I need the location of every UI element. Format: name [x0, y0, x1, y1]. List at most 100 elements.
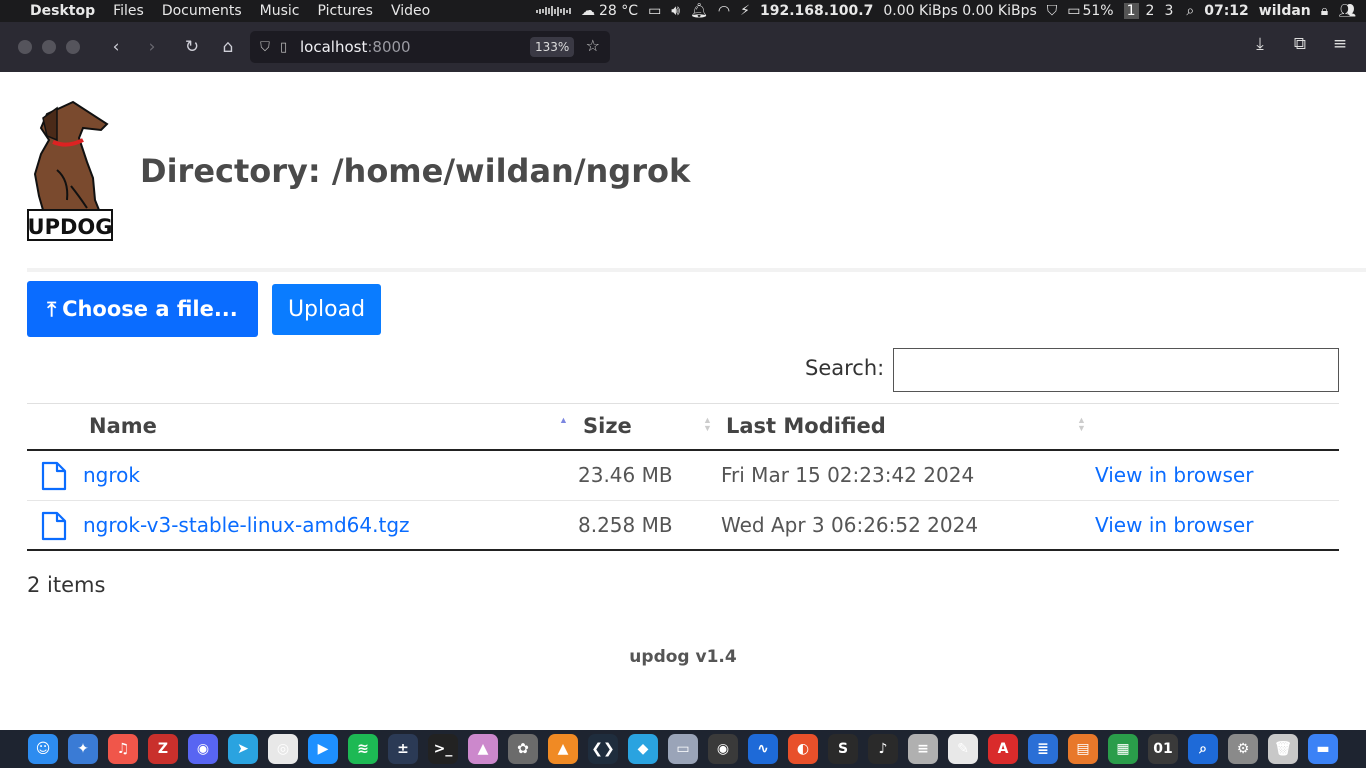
text-editor-icon[interactable]: ✎ [948, 734, 978, 764]
wave-icon[interactable]: ∿ [748, 734, 778, 764]
tracking-shield-icon[interactable]: ⛉ [250, 40, 280, 55]
app-grid-icon[interactable]: ▬ [1308, 734, 1338, 764]
search-input[interactable] [893, 348, 1339, 392]
presentation-icon[interactable]: ▤ [1068, 734, 1098, 764]
sort-icon-size[interactable]: ▲ ▼ [703, 416, 712, 433]
screenshot-icon[interactable]: ◉ [708, 734, 738, 764]
volume-icon[interactable]: 🔊︎ [671, 3, 680, 19]
view-in-browser-link[interactable]: View in browser [1095, 463, 1253, 487]
column-header-size[interactable]: Size [583, 414, 632, 438]
virtualbox-icon[interactable]: ◆ [628, 734, 658, 764]
hex-editor-icon[interactable]: 01 [1148, 734, 1178, 764]
hamburger-menu-icon[interactable]: ≡ [1320, 34, 1360, 54]
pdf-icon[interactable]: A [988, 734, 1018, 764]
username[interactable]: wildan [1259, 3, 1311, 19]
forward-icon[interactable]: › [134, 37, 170, 57]
table-row: ngrok 23.46 MB Fri Mar 15 02:23:42 2024 … [27, 451, 1339, 501]
menu-desktop[interactable]: Desktop [30, 3, 95, 19]
downloads-icon[interactable]: ⤓ [1240, 34, 1280, 54]
workspace-3[interactable]: 3 [1161, 3, 1176, 19]
view-in-browser-link[interactable]: View in browser [1095, 513, 1253, 537]
sort-icon-modified[interactable]: ▲ ▼ [1077, 416, 1086, 433]
zoom-level-badge[interactable]: 133% [530, 37, 575, 57]
database-icon[interactable]: ≡ [908, 734, 938, 764]
menu-documents[interactable]: Documents [162, 3, 242, 19]
gimp-icon[interactable]: ✿ [508, 734, 538, 764]
network-speed: 0.00 KiBps 0.00 KiBps [883, 3, 1037, 19]
file-size: 8.258 MB [578, 513, 673, 537]
system-settings-icon[interactable]: ⚙ [1228, 734, 1258, 764]
file-size: 23.46 MB [578, 463, 673, 487]
sort-asc-icon[interactable]: ▲ [559, 416, 568, 425]
upload-button[interactable]: Upload [272, 284, 381, 335]
upload-icon: ⤒ [47, 297, 57, 321]
discord-icon[interactable]: ◉ [188, 734, 218, 764]
reload-icon[interactable]: ↻ [174, 37, 210, 57]
menu-music[interactable]: Music [260, 3, 300, 19]
column-header-name[interactable]: Name [89, 414, 157, 438]
home-icon[interactable]: ⌂ [210, 37, 246, 57]
lock-icon[interactable]: 🔒︎ [1321, 3, 1328, 19]
menu-files[interactable]: Files [113, 3, 144, 19]
safari-icon[interactable]: ✦ [68, 734, 98, 764]
terminal-icon[interactable]: >_ [428, 734, 458, 764]
window-minimize-button[interactable] [42, 40, 56, 54]
weather-widget[interactable]: ☁ 28 °C [581, 3, 638, 19]
music-icon[interactable]: ♫ [108, 734, 138, 764]
media-player-icon[interactable]: ▶ [308, 734, 338, 764]
file-link[interactable]: ngrok [83, 463, 140, 487]
bookmark-star-icon[interactable]: ☆ [586, 36, 600, 55]
window-close-button[interactable] [18, 40, 32, 54]
users-icon[interactable]: 👥︎ [1338, 3, 1356, 19]
file-icon [41, 461, 67, 491]
itunes-icon[interactable]: ♪ [868, 734, 898, 764]
search-label: Search: [805, 356, 885, 380]
search-app-icon[interactable]: ⌕ [1188, 734, 1218, 764]
shield-icon[interactable]: ⛉ [1047, 3, 1058, 19]
vscode-icon[interactable]: ❮❯ [588, 734, 618, 764]
updog-page: UPDOG Directory: /home/wildan/ngrok ⤒ Ch… [0, 72, 1366, 730]
table-header: Name ▲ Size ▲ ▼ Last Modified ▲ ▼ [27, 403, 1339, 451]
extensions-icon[interactable]: ⧉ [1280, 34, 1320, 54]
wifi-icon[interactable]: ◠ [718, 3, 730, 19]
file-modified: Fri Mar 15 02:23:42 2024 [721, 463, 975, 487]
window-maximize-button[interactable] [66, 40, 80, 54]
spreadsheet-icon[interactable]: ▦ [1108, 734, 1138, 764]
screen-icon[interactable]: ▭ [648, 3, 661, 19]
workspace-2[interactable]: 2 [1143, 3, 1158, 19]
battery-widget[interactable]: ▭ 51% [1067, 3, 1113, 19]
menu-video[interactable]: Video [391, 3, 430, 19]
camera-icon[interactable]: ◎ [268, 734, 298, 764]
weather-temp: 28 °C [599, 3, 639, 19]
filezilla-icon[interactable]: Z [148, 734, 178, 764]
system-top-bar: Desktop Files Documents Music Pictures V… [0, 0, 1366, 22]
column-header-last-modified[interactable]: Last Modified [726, 414, 886, 438]
file-icon [41, 511, 67, 541]
file-modified: Wed Apr 3 06:26:52 2024 [721, 513, 979, 537]
workspace-1[interactable]: 1 [1123, 3, 1139, 19]
sublime-icon[interactable]: S [828, 734, 858, 764]
page-info-icon[interactable]: ▯ [280, 40, 300, 55]
choose-file-button[interactable]: ⤒ Choose a file... [27, 281, 258, 337]
header-divider [27, 268, 1366, 272]
file-link[interactable]: ngrok-v3-stable-linux-amd64.tgz [83, 513, 410, 537]
status-area: ☁ 28 °C ▭ 🔊︎ 🔔︎ ◠ ⚡︎ 192.168.100.7 0.00 K… [536, 0, 1366, 22]
back-icon[interactable]: ‹ [98, 37, 134, 57]
calculator-icon[interactable]: ± [388, 734, 418, 764]
display-settings-icon[interactable]: ▭ [668, 734, 698, 764]
spotify-icon[interactable]: ≋ [348, 734, 378, 764]
trash-icon[interactable]: 🗑 [1268, 734, 1298, 764]
cpu-graph-icon [536, 5, 572, 17]
document-icon[interactable]: ≣ [1028, 734, 1058, 764]
items-count: 2 items [27, 573, 106, 597]
address-bar[interactable]: ⛉ ▯ localhost :8000 133% ☆ [250, 31, 610, 63]
finder-icon[interactable]: ☺ [28, 734, 58, 764]
bell-icon[interactable]: 🔔︎ [690, 3, 708, 19]
firefox-icon[interactable]: ◐ [788, 734, 818, 764]
search-icon[interactable]: ⌕ [1186, 3, 1194, 19]
vlc-icon[interactable]: ▲ [548, 734, 578, 764]
activity-icon[interactable]: ⚡︎ [740, 3, 750, 19]
inkscape-icon[interactable]: ▲ [468, 734, 498, 764]
telegram-icon[interactable]: ➤ [228, 734, 258, 764]
menu-pictures[interactable]: Pictures [318, 3, 373, 19]
